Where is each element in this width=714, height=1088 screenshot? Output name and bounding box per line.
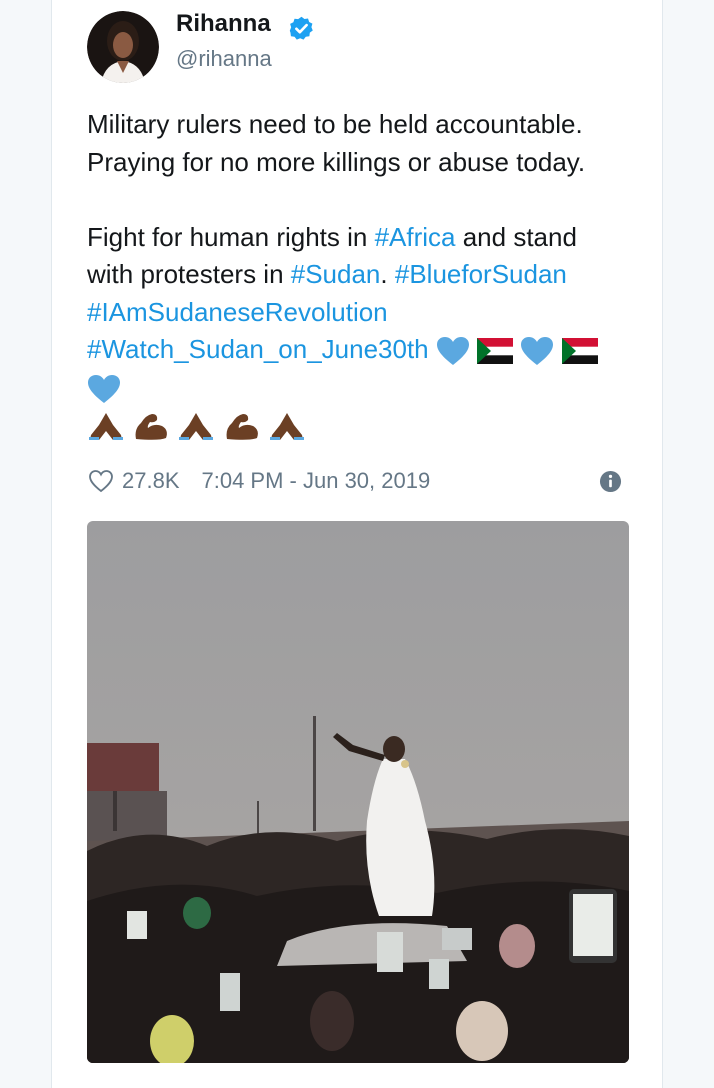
- heart-outline-icon[interactable]: [88, 469, 114, 493]
- sudan-flag-icon: [477, 338, 514, 365]
- text-segment: with protesters in: [87, 259, 291, 289]
- folded-hands-icon: [89, 413, 123, 441]
- text-segment: .: [380, 259, 395, 289]
- folded-hands-icon: [269, 413, 304, 441]
- info-icon[interactable]: [599, 470, 622, 493]
- tweet-meta: 27.8K 7:04 PM - Jun 30, 2019: [88, 466, 430, 496]
- tweet-line: Military rulers need to be held accounta…: [87, 109, 583, 139]
- tweet-line: with protesters in #Sudan. #BlueforSudan: [87, 256, 647, 294]
- blue-heart-icon: [521, 337, 554, 366]
- tweet-line: #Watch_Sudan_on_June30th: [87, 331, 647, 369]
- flexed-biceps-icon: [135, 414, 168, 440]
- tweet-photo[interactable]: [87, 521, 629, 1063]
- like-count[interactable]: 27.8K: [122, 468, 180, 494]
- hashtag-watch-sudan[interactable]: #Watch_Sudan_on_June30th: [87, 334, 429, 364]
- verified-badge-icon: [289, 16, 313, 40]
- flexed-biceps-icon: [226, 414, 258, 440]
- blue-heart-icon: [436, 337, 469, 366]
- text-segment: and stand: [455, 221, 577, 252]
- avatar[interactable]: [87, 11, 159, 83]
- tweet-line: [87, 406, 647, 444]
- sudan-flag-icon: [561, 338, 598, 365]
- hashtag-iamsudaneserevolution[interactable]: #IAmSudaneseRevolution: [87, 297, 388, 327]
- tweet-timestamp[interactable]: 7:04 PM - Jun 30, 2019: [202, 468, 431, 494]
- tweet-line: #IAmSudaneseRevolution: [87, 294, 647, 332]
- protest-crowd-photo: [87, 521, 629, 1063]
- tweet-line: Fight for human rights in #Africa and st…: [87, 219, 647, 257]
- author-handle[interactable]: @rihanna: [176, 46, 272, 72]
- folded-hands-icon: [179, 413, 214, 441]
- avatar-image: [87, 11, 159, 83]
- tweet-line: [87, 369, 647, 407]
- tweet-line: Praying for no more killings or abuse to…: [87, 146, 586, 177]
- hashtag-africa[interactable]: #Africa: [375, 222, 456, 252]
- hashtag-blueforsudan[interactable]: #BlueforSudan: [395, 259, 567, 289]
- hashtag-sudan[interactable]: #Sudan: [291, 259, 381, 289]
- text-segment: Fight for human rights in: [87, 221, 375, 252]
- tweet-text: Military rulers need to be held accounta…: [87, 106, 647, 444]
- blue-heart-icon: [88, 374, 120, 403]
- author-name[interactable]: Rihanna: [176, 10, 271, 38]
